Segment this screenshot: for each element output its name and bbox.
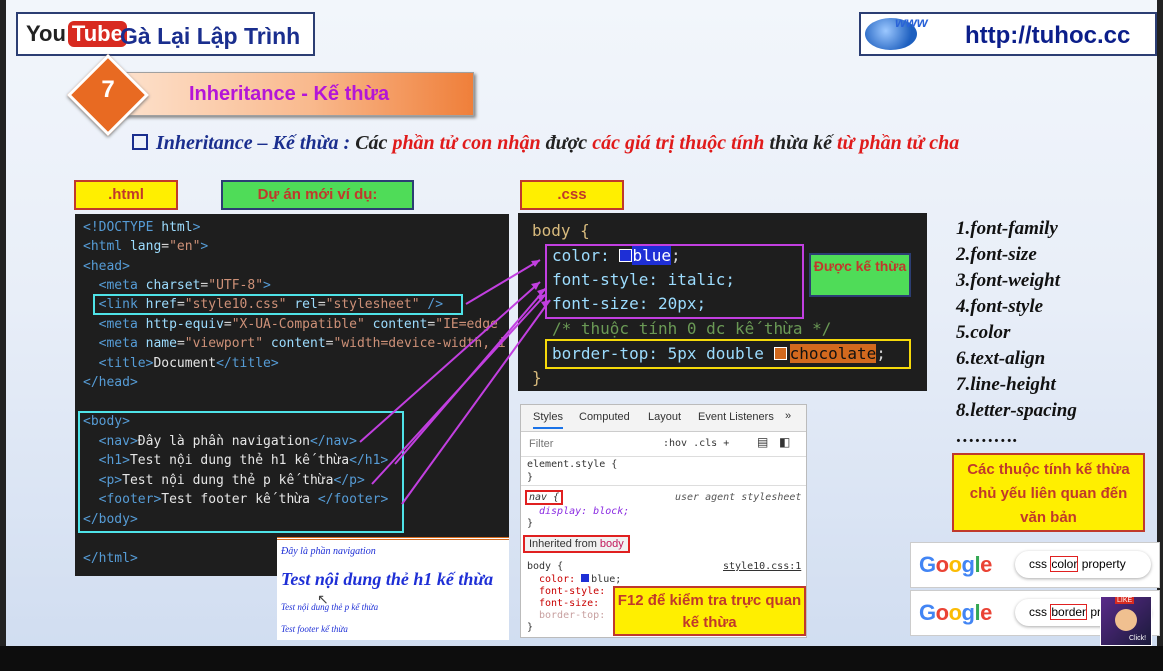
avatar-caption: Click! bbox=[1129, 635, 1147, 642]
google-logo: Google bbox=[919, 552, 992, 577]
devtools-filter-bar: :hov .cls + ▤ ◧ bbox=[521, 432, 806, 457]
filter-input[interactable] bbox=[527, 435, 651, 453]
list-item: 8.letter-spacing bbox=[956, 400, 1077, 421]
devtools-rule-font-style: font-style: bbox=[539, 586, 606, 597]
search-input[interactable]: css color property bbox=[1015, 551, 1151, 578]
inherited-from-tag[interactable]: body bbox=[600, 538, 624, 550]
list-item: 4.font-style bbox=[956, 296, 1044, 317]
tab-styles[interactable]: Styles bbox=[533, 411, 563, 429]
google-search-color: Google css color property bbox=[910, 542, 1160, 588]
bottom-bar bbox=[0, 646, 1163, 671]
filter-tools[interactable]: :hov .cls + bbox=[663, 438, 729, 449]
list-item: 3.font-weight bbox=[956, 270, 1060, 291]
inherited-property-list: 1.font-family 2.font-size 3.font-weight … bbox=[956, 216, 1077, 450]
body-source-link[interactable]: style10.css:1 bbox=[723, 561, 801, 572]
avatar-face-icon bbox=[1115, 609, 1137, 631]
nav-source: user agent stylesheet bbox=[675, 492, 802, 503]
nav-display-rule: display: block; bbox=[539, 506, 630, 517]
google-logo: Google bbox=[919, 600, 992, 625]
devtools-rule-color: color: blue; bbox=[539, 574, 622, 585]
tab-computed[interactable]: Computed bbox=[579, 411, 630, 423]
nav-selector[interactable]: nav { bbox=[525, 490, 564, 505]
inherited-from-label: Inherited from bbox=[529, 538, 600, 550]
tab-event-listeners[interactable]: Event Listeners bbox=[698, 411, 774, 423]
divider bbox=[521, 485, 806, 486]
list-item: 2.font-size bbox=[956, 244, 1037, 265]
list-item: 6.text-align bbox=[956, 348, 1046, 369]
sidebar-toggle-icon[interactable]: ◧ bbox=[779, 435, 790, 449]
inherited-from-header: Inherited from body bbox=[523, 535, 630, 553]
text-props-note: Các thuộc tính kế thừa chủ yếu liên quan… bbox=[952, 453, 1145, 532]
devtools-tabbar: Styles Computed Layout Event Listeners » bbox=[521, 405, 806, 432]
paint-icon[interactable]: ▤ bbox=[757, 435, 768, 449]
element-style-rule: element.style { bbox=[527, 459, 618, 470]
avatar-badge: LIKE bbox=[1115, 597, 1135, 604]
body-selector: body { bbox=[527, 561, 564, 572]
list-item: 1.font-family bbox=[956, 218, 1058, 239]
close-brace: } bbox=[527, 472, 534, 483]
list-item: ………. bbox=[956, 426, 1018, 447]
close-brace: } bbox=[527, 622, 534, 633]
devtools-rule-border-top: border-top: bbox=[539, 610, 606, 621]
avatar[interactable]: LIKE Click! bbox=[1100, 596, 1152, 646]
color-swatch-icon bbox=[581, 574, 590, 582]
list-item: 7.line-height bbox=[956, 374, 1056, 395]
tab-layout[interactable]: Layout bbox=[648, 411, 681, 423]
more-tabs-icon[interactable]: » bbox=[785, 410, 791, 422]
list-item: 5.color bbox=[956, 322, 1011, 343]
devtools-rule-font-size: font-size: bbox=[539, 598, 600, 609]
close-brace: } bbox=[527, 518, 534, 529]
f12-note: F12 để kiểm tra trực quan kế thừa bbox=[613, 586, 806, 636]
